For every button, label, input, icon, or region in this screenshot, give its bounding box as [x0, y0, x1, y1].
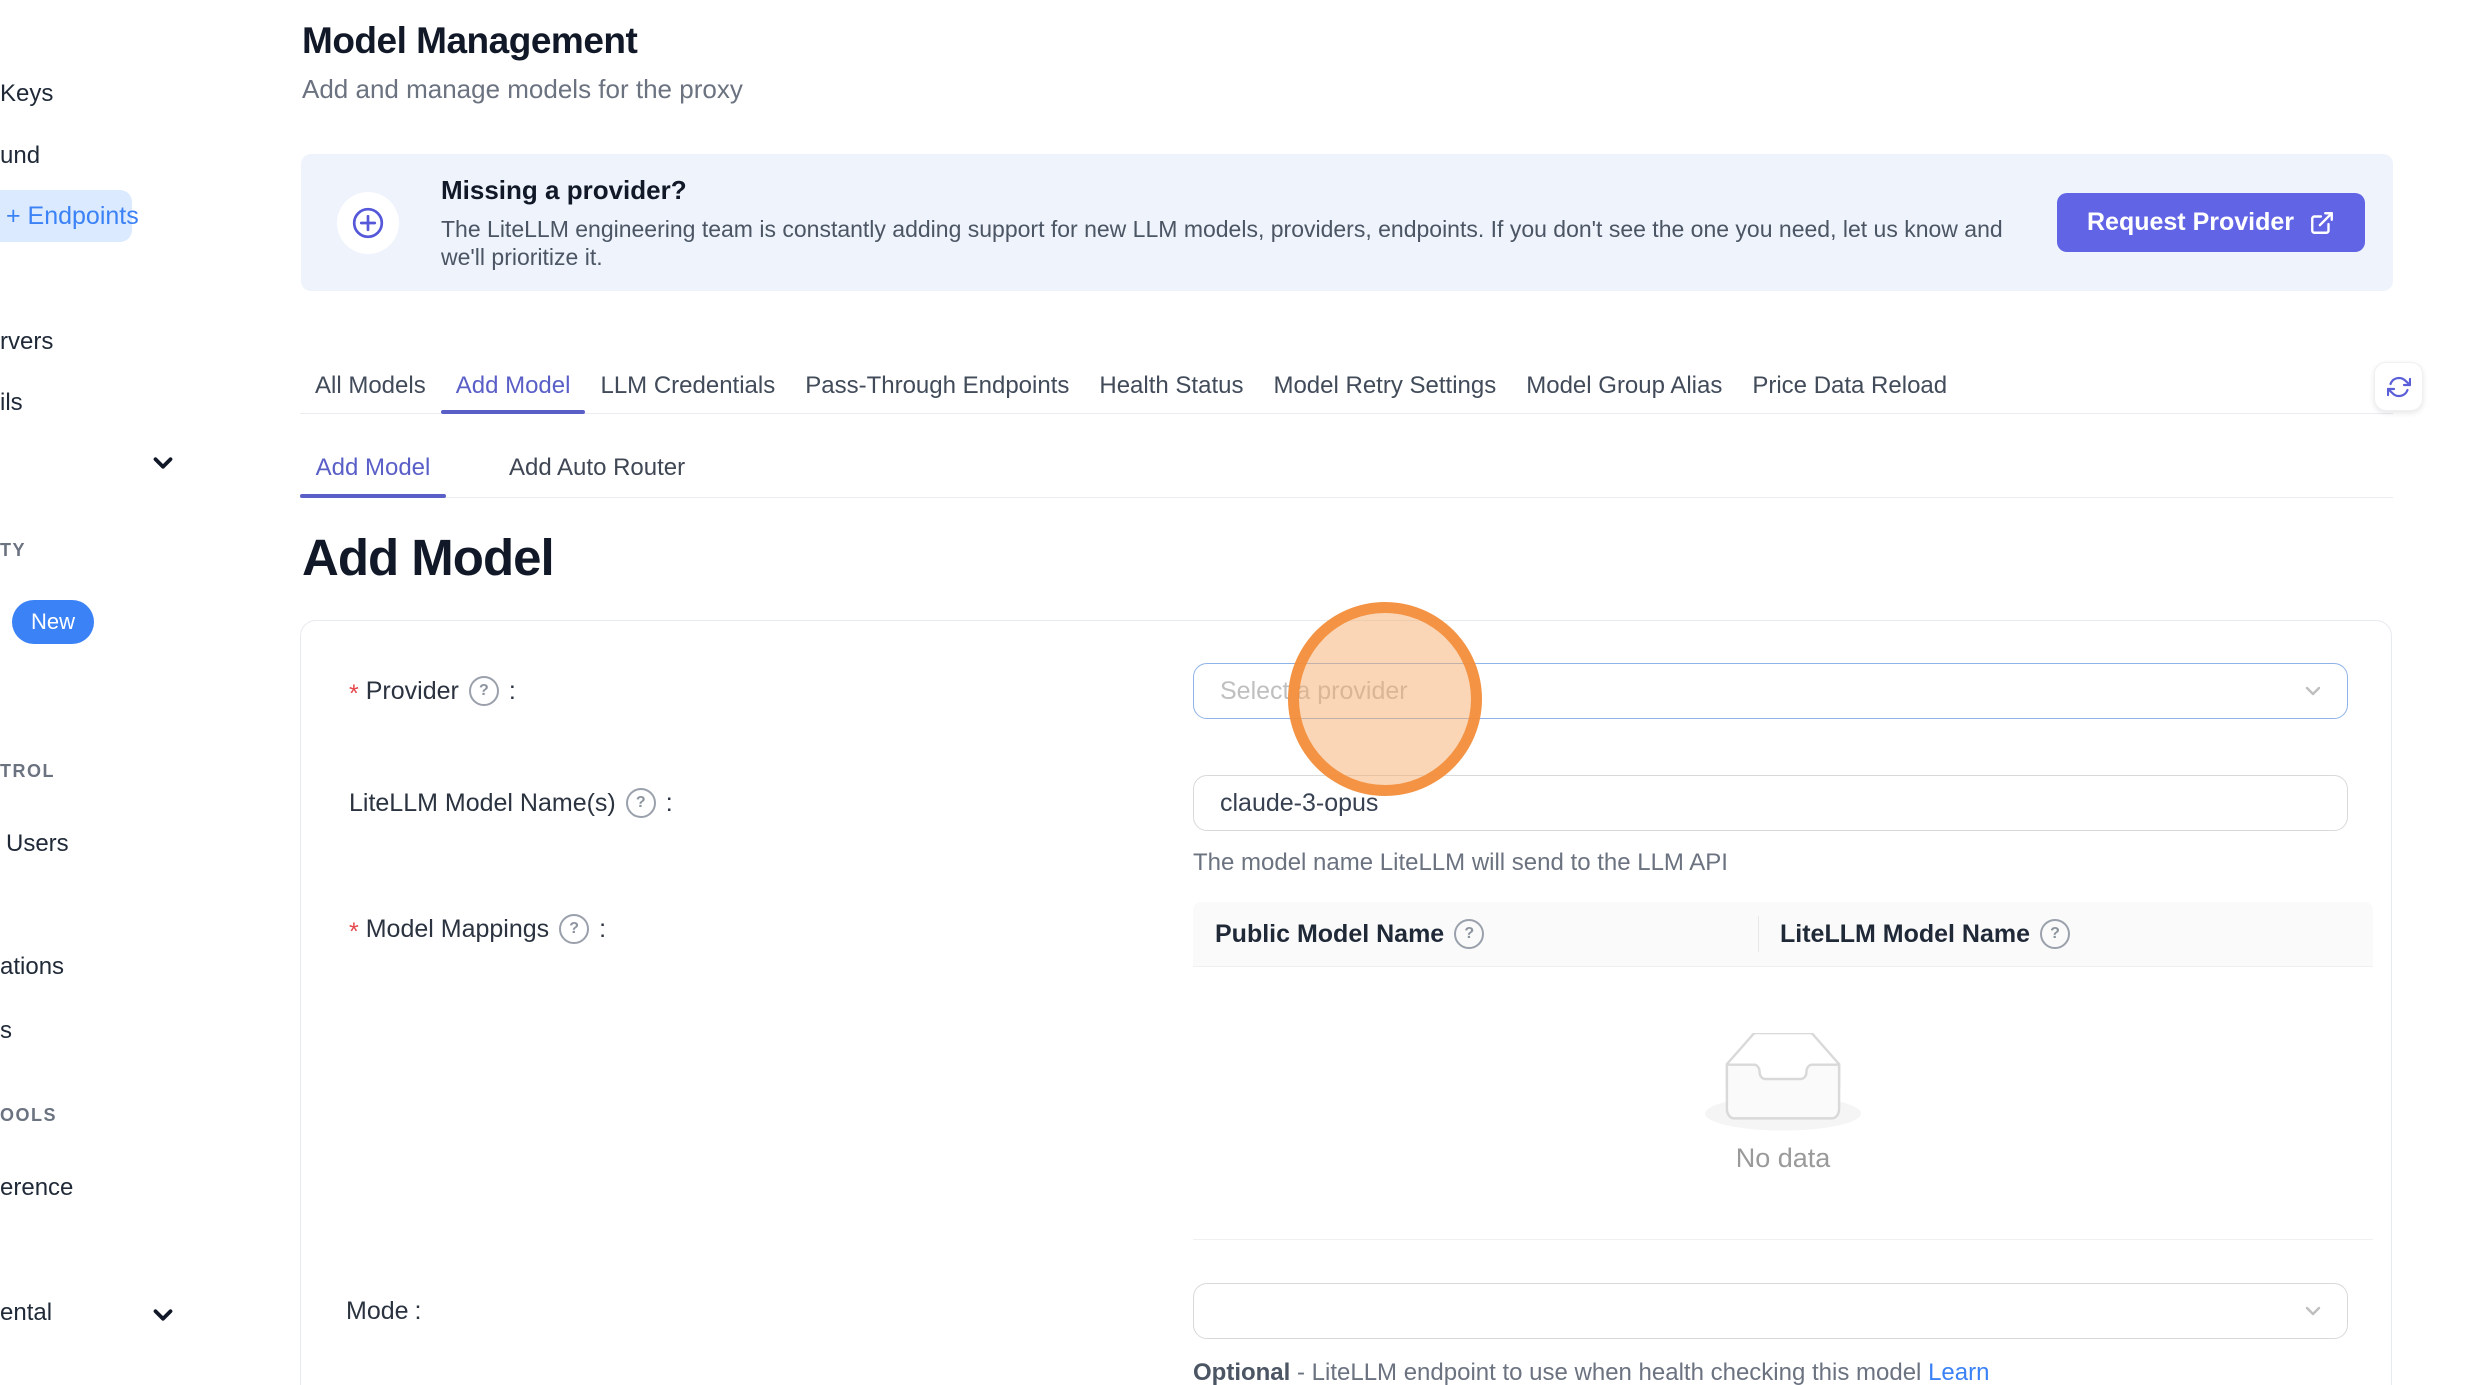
model-tabs: All Models Add Model LLM Credentials Pas… [300, 358, 2393, 414]
model-name-label-text: LiteLLM Model Name(s) [349, 789, 616, 818]
provider-select-placeholder: Select a provider [1220, 677, 1408, 706]
sidebar-item-playground[interactable]: und [0, 141, 40, 171]
add-model-card: * Provider ? : Select a provider LiteLLM… [300, 620, 2392, 1385]
subtab-add-model[interactable]: Add Model [300, 438, 446, 497]
refresh-button[interactable] [2374, 362, 2423, 411]
banner-body: The LiteLLM engineering team is constant… [441, 215, 2041, 271]
column-header-litellm-model-name: LiteLLM Model Name ? [1758, 902, 2078, 966]
plus-circle-icon [337, 192, 399, 254]
missing-provider-banner: Missing a provider? The LiteLLM engineer… [301, 154, 2393, 291]
page-subtitle: Add and manage models for the proxy [302, 74, 743, 105]
column-header-label: Public Model Name [1215, 920, 1444, 949]
refresh-icon [2387, 375, 2411, 399]
learn-link[interactable]: Learn [1928, 1359, 1989, 1385]
request-provider-label: Request Provider [2087, 208, 2294, 237]
empty-inbox-icon [1703, 1033, 1863, 1133]
table-empty-state: No data [1193, 967, 2373, 1240]
banner-text: Missing a provider? The LiteLLM engineer… [441, 175, 2041, 271]
mode-label: Mode : [346, 1283, 422, 1339]
model-mappings-table: Public Model Name ? LiteLLM Model Name ? [1193, 902, 2373, 1240]
provider-label-text: Provider [366, 677, 459, 706]
mode-help-text: Optional - LiteLLM endpoint to use when … [1193, 1359, 1989, 1385]
external-link-icon [2309, 210, 2335, 236]
sidebar-item-servers[interactable]: rvers [0, 327, 53, 357]
chevron-down-icon [2301, 1299, 2325, 1323]
chevron-down-icon [2301, 679, 2325, 703]
sidebar-item-teams[interactable]: s [0, 1016, 12, 1046]
help-icon[interactable]: ? [469, 676, 499, 706]
tab-all-models[interactable]: All Models [300, 358, 441, 413]
tab-pass-through-endpoints[interactable]: Pass-Through Endpoints [790, 358, 1084, 413]
no-data-text: No data [1736, 1143, 1831, 1174]
model-name-input[interactable]: claude-3-opus [1193, 775, 2348, 831]
tab-llm-credentials[interactable]: LLM Credentials [585, 358, 790, 413]
sidebar-item-label: + Endpoints [6, 202, 139, 231]
chevron-down-icon[interactable] [148, 1300, 178, 1330]
sidebar-section-label: TY [0, 540, 26, 561]
tab-add-model[interactable]: Add Model [441, 358, 586, 413]
model-name-label: LiteLLM Model Name(s) ? : [349, 775, 673, 831]
sidebar-item-organizations[interactable]: ations [0, 952, 64, 982]
column-header-label: LiteLLM Model Name [1780, 920, 2030, 949]
sidebar-item-inference[interactable]: erence [0, 1173, 73, 1203]
add-model-heading: Add Model [302, 528, 554, 587]
tab-price-data-reload[interactable]: Price Data Reload [1737, 358, 1962, 413]
sidebar-section-label: OOLS [0, 1105, 57, 1126]
sidebar-item-users[interactable]: Users [6, 829, 69, 859]
page-title: Model Management [302, 20, 637, 62]
table-header-row: Public Model Name ? LiteLLM Model Name ? [1193, 902, 2373, 967]
mode-help-rest: - LiteLLM endpoint to use when health ch… [1297, 1359, 1921, 1385]
tab-model-group-alias[interactable]: Model Group Alias [1511, 358, 1737, 413]
label-colon: : [415, 1297, 422, 1326]
required-mark: * [349, 918, 359, 947]
model-name-help-text: The model name LiteLLM will send to the … [1193, 849, 1728, 877]
sidebar-item-guardrails[interactable]: ils [0, 388, 23, 418]
sidebar-item-keys[interactable]: Keys [0, 79, 53, 109]
column-header-public-model-name: Public Model Name ? [1193, 902, 1758, 966]
model-name-value: claude-3-opus [1220, 789, 1378, 818]
request-provider-button[interactable]: Request Provider [2057, 193, 2365, 252]
label-colon: : [666, 789, 673, 818]
mode-help-bold: Optional [1193, 1359, 1290, 1385]
help-icon[interactable]: ? [1454, 919, 1484, 949]
tab-health-status[interactable]: Health Status [1084, 358, 1258, 413]
banner-title: Missing a provider? [441, 175, 2041, 206]
mode-label-text: Mode [346, 1297, 409, 1326]
tab-model-retry-settings[interactable]: Model Retry Settings [1258, 358, 1511, 413]
chevron-down-icon[interactable] [148, 448, 178, 478]
label-colon: : [509, 677, 516, 706]
mode-select[interactable] [1193, 1283, 2348, 1339]
provider-label: * Provider ? : [349, 663, 516, 719]
help-icon[interactable]: ? [559, 914, 589, 944]
add-model-subtabs: Add Model Add Auto Router [300, 438, 2393, 498]
column-divider [1758, 916, 1759, 952]
required-mark: * [349, 680, 359, 709]
help-icon[interactable]: ? [626, 788, 656, 818]
provider-select[interactable]: Select a provider [1193, 663, 2348, 719]
label-colon: : [599, 915, 606, 944]
subtab-add-auto-router[interactable]: Add Auto Router [491, 438, 703, 497]
model-mappings-label-text: Model Mappings [366, 915, 549, 944]
help-icon[interactable]: ? [2040, 919, 2070, 949]
sidebar-section-label: TROL [0, 761, 55, 782]
model-mappings-label: * Model Mappings ? : [349, 903, 606, 955]
litellm-admin-screen: Keys und + Endpoints rvers ils TY New TR… [0, 0, 2477, 1385]
sidebar-item-experimental[interactable]: ental [0, 1298, 52, 1328]
sidebar-item-models-endpoints[interactable]: + Endpoints [0, 190, 132, 242]
new-badge[interactable]: New [12, 600, 94, 644]
